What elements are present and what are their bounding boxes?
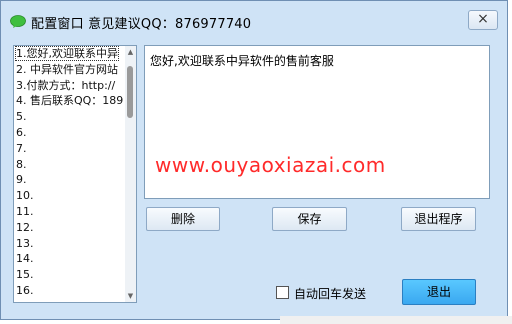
list-item[interactable]: 1.您好,欢迎联系中异 [14, 46, 126, 62]
list-item-label: 6. [16, 125, 27, 139]
window-title: 配置窗口 意见建议QQ：876977740 [31, 17, 252, 32]
quit-program-button[interactable]: 退出程序 [401, 207, 476, 231]
list-item[interactable]: 2. 中异软件官方网站 [14, 62, 126, 78]
close-button[interactable]: × [468, 10, 498, 30]
list-item[interactable]: 12. [14, 220, 126, 236]
phrase-list[interactable]: 1.您好,欢迎联系中异 2. 中异软件官方网站 3.付款方式：http:// 4. 售… [13, 45, 137, 303]
list-item-label: 7. [16, 141, 27, 155]
close-icon: × [477, 11, 489, 27]
config-window: 配置窗口 意见建议QQ：876977740 × 1.您好,欢迎联系中异 2. 中异… [0, 0, 508, 320]
list-item-label: 16. [16, 283, 34, 297]
auto-enter-send-checkbox[interactable] [276, 286, 289, 299]
list-item-label: 1.您好,欢迎联系中异 [15, 46, 119, 61]
list-item-label: 4. 售后联系QQ：189 [16, 94, 124, 108]
list-item[interactable]: 5. [14, 109, 126, 125]
list-item[interactable]: 14. [14, 251, 126, 267]
list-item-label: 15. [16, 268, 34, 282]
list-item[interactable]: 4. 售后联系QQ：189 [14, 93, 126, 109]
delete-button[interactable]: 删除 [146, 207, 220, 231]
scroll-up-icon[interactable]: ▲ [125, 46, 136, 58]
list-item[interactable]: 15. [14, 267, 126, 283]
watermark-text: www.ouyaoxiazai.com [155, 153, 386, 177]
list-item[interactable]: 16. [14, 283, 126, 299]
list-item-label: 5. [16, 110, 27, 124]
scroll-thumb[interactable] [127, 66, 133, 118]
list-item-label: 13. [16, 236, 34, 250]
scroll-down-icon[interactable]: ▼ [125, 290, 136, 302]
list-item-label: 9. [16, 173, 27, 187]
list-item[interactable]: 3.付款方式：http:// [14, 78, 126, 94]
list-item[interactable]: 7. [14, 141, 126, 157]
list-item[interactable]: 10. [14, 188, 126, 204]
auto-enter-send-label: 自动回车发送 [294, 287, 367, 301]
list-item-label: 3.付款方式：http:// [16, 78, 116, 92]
list-item[interactable]: 8. [14, 157, 126, 173]
exit-button[interactable]: 退出 [402, 279, 476, 305]
title-bar[interactable]: 配置窗口 意见建议QQ：876977740 × [1, 1, 507, 37]
list-item-label: 11. [16, 204, 34, 218]
chat-bubble-icon [10, 13, 26, 28]
list-item[interactable]: 6. [14, 125, 126, 141]
list-scrollbar[interactable]: ▲ ▼ [125, 46, 136, 302]
list-item-label: 8. [16, 157, 27, 171]
list-item-label: 2. 中异软件官方网站 [16, 62, 118, 76]
list-item-label: 12. [16, 220, 34, 234]
list-item[interactable]: 9. [14, 172, 126, 188]
list-item[interactable]: 13. [14, 236, 126, 252]
list-item[interactable]: 11. [14, 204, 126, 220]
background-strip [280, 316, 512, 324]
list-item-label: 10. [16, 189, 34, 203]
save-button[interactable]: 保存 [272, 207, 347, 231]
message-text: 您好,欢迎联系中异软件的售前客服 [150, 54, 334, 68]
list-item-label: 14. [16, 252, 34, 266]
